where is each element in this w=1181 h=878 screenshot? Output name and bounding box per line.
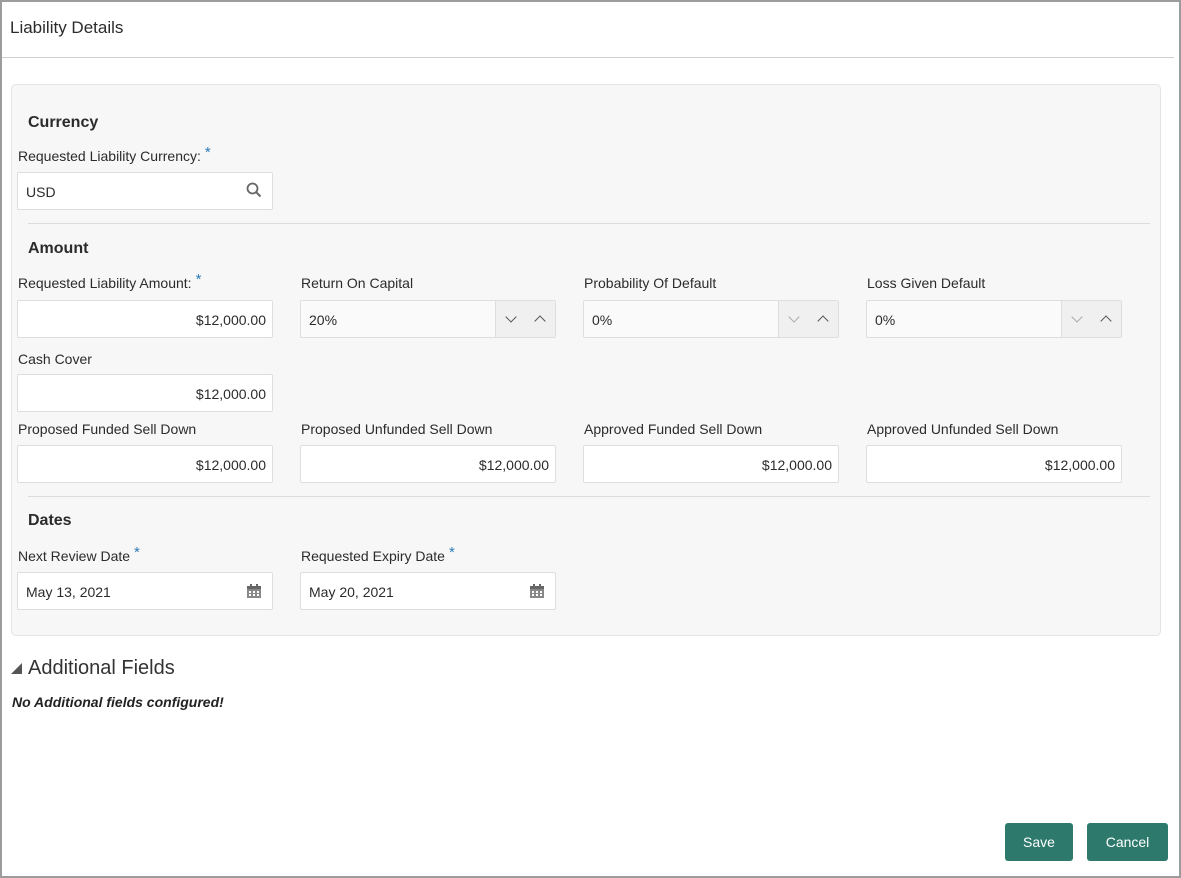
chevron-down-icon[interactable] [496,301,526,337]
probability-default-value: 0% [592,312,613,328]
required-marker: * [134,544,140,561]
expiry-date-input[interactable]: May 20, 2021 [300,572,556,610]
requested-currency-value: USD [26,184,56,200]
approved-unfunded-label: Approved Unfunded Sell Down [867,421,1059,437]
cash-cover-label: Cash Cover [18,351,92,367]
chevron-down-icon[interactable] [1062,301,1092,337]
next-review-date-value: May 13, 2021 [26,584,111,600]
next-review-label: Next Review Date * [18,544,140,564]
expiry-date-value: May 20, 2021 [309,584,394,600]
proposed-unfunded-label: Proposed Unfunded Sell Down [301,421,493,437]
section-divider [28,223,1150,224]
section-title-currency: Currency [28,114,99,131]
chevron-up-icon[interactable] [1092,301,1122,337]
proposed-funded-label: Proposed Funded Sell Down [18,421,197,437]
approved-funded-input[interactable]: $12,000.00 [583,445,839,483]
approved-funded-value: $12,000.00 [761,457,832,473]
loss-given-default-value: 0% [875,312,896,328]
loss-given-default-stepper[interactable]: 0% [866,300,1122,338]
additional-fields-toggle[interactable]: Additional Fields [11,657,175,680]
requested-amount-input[interactable]: $12,000.00 [17,300,273,338]
loss-given-default-label: Loss Given Default [867,275,986,291]
section-divider [28,496,1150,497]
probability-default-stepper[interactable]: 0% [583,300,839,338]
approved-funded-label: Approved Funded Sell Down [584,421,763,437]
proposed-unfunded-input[interactable]: $12,000.00 [300,445,556,483]
section-title-dates: Dates [28,512,72,529]
requested-amount-value: $12,000.00 [195,312,266,328]
cancel-button[interactable]: Cancel [1087,823,1168,861]
return-on-capital-value: 20% [309,312,338,328]
calendar-icon[interactable] [529,583,545,602]
return-on-capital-stepper[interactable]: 20% [300,300,556,338]
required-marker: * [204,144,211,161]
cash-cover-value: $12,000.00 [195,386,266,402]
requested-currency-label: Requested Liability Currency: * [18,144,211,164]
requested-amount-label: Requested Liability Amount: * [18,271,202,291]
approved-unfunded-value: $12,000.00 [1044,457,1115,473]
chevron-up-icon[interactable] [526,301,556,337]
proposed-funded-input[interactable]: $12,000.00 [17,445,273,483]
required-marker: * [195,271,202,288]
proposed-unfunded-value: $12,000.00 [478,457,549,473]
search-icon[interactable] [246,182,262,201]
section-title-amount: Amount [28,240,89,257]
expiry-date-label: Requested Expiry Date * [301,544,455,564]
chevron-up-icon[interactable] [809,301,839,337]
calendar-icon[interactable] [246,583,262,602]
page-title: Liability Details [10,18,124,37]
return-on-capital-label: Return On Capital [301,275,414,291]
collapse-triangle-icon [11,663,22,674]
liability-form-panel [11,84,1161,636]
chevron-down-icon[interactable] [779,301,809,337]
cash-cover-input[interactable]: $12,000.00 [17,374,273,412]
additional-fields-note: No Additional fields configured! [12,694,224,710]
save-button[interactable]: Save [1005,823,1073,861]
additional-fields-title: Additional Fields [28,657,175,679]
dialog-header: Liability Details [2,2,1174,58]
proposed-funded-value: $12,000.00 [195,457,266,473]
approved-unfunded-input[interactable]: $12,000.00 [866,445,1122,483]
required-marker: * [448,544,455,561]
probability-default-label: Probability Of Default [584,275,717,291]
next-review-date-input[interactable]: May 13, 2021 [17,572,273,610]
requested-currency-input[interactable]: USD [17,172,273,210]
